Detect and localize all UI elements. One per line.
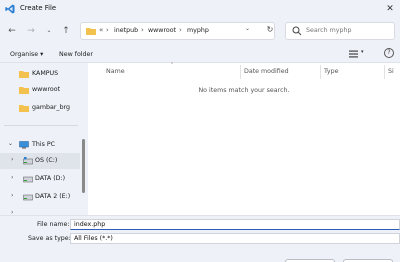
column-header-name[interactable]: Name bbox=[106, 68, 125, 75]
sidebar-item-data-d[interactable]: › DATA (D:) bbox=[0, 171, 80, 187]
folder-icon bbox=[86, 28, 96, 35]
folder-icon bbox=[19, 71, 29, 78]
recent-locations-icon[interactable]: ⌄ bbox=[43, 25, 55, 37]
sidebar-item-kampus[interactable]: KAMPUS bbox=[0, 66, 80, 82]
sidebar-item-this-pc[interactable]: ⌄ This PC bbox=[0, 137, 80, 153]
chevron-right-icon[interactable]: › bbox=[11, 174, 13, 181]
address-bar[interactable]: « › inetpub › wwwroot › myphp ⌄ bbox=[80, 22, 275, 40]
column-divider[interactable] bbox=[384, 65, 385, 79]
search-placeholder: Search myphp bbox=[306, 27, 352, 34]
sidebar-item-gambar-brg[interactable]: gambar_brg bbox=[0, 100, 80, 116]
sidebar-item-os-c[interactable]: › OS (C:) bbox=[0, 153, 80, 169]
vscode-icon bbox=[5, 4, 15, 14]
sort-caret-icon: ⌃ bbox=[170, 62, 175, 68]
sidebar-item-wwwroot[interactable]: wwwroot bbox=[0, 82, 80, 98]
search-input[interactable]: Search myphp bbox=[285, 22, 395, 40]
column-divider[interactable] bbox=[240, 65, 241, 79]
search-icon bbox=[292, 26, 302, 36]
title-bar bbox=[0, 0, 400, 18]
sidebar-item-label: DATA (D:) bbox=[35, 175, 66, 182]
breadcrumb-wwwroot[interactable]: wwwroot bbox=[148, 27, 176, 34]
sidebar-item-label: wwwroot bbox=[32, 86, 61, 93]
breadcrumb-myphp[interactable]: myphp bbox=[187, 27, 209, 34]
view-options-icon[interactable] bbox=[349, 50, 358, 58]
filename-label: File name: bbox=[37, 221, 70, 228]
drive-icon bbox=[23, 194, 33, 201]
refresh-icon[interactable]: ↻ bbox=[264, 24, 276, 36]
up-arrow-icon[interactable]: ↑ bbox=[60, 25, 72, 37]
drive-icon bbox=[23, 176, 33, 183]
chevron-down-icon[interactable]: ▾ bbox=[361, 49, 364, 55]
folder-icon bbox=[19, 105, 29, 112]
sidebar-scrollbar[interactable] bbox=[82, 139, 85, 193]
save-form: File name: index.php Save as type: All F… bbox=[0, 215, 400, 262]
column-header-date-modified[interactable]: Date modified bbox=[244, 68, 289, 75]
sidebar-item-label: DATA 2 (E:) bbox=[35, 193, 71, 200]
divider bbox=[4, 125, 78, 126]
help-icon[interactable]: ? bbox=[384, 48, 394, 58]
folder-icon bbox=[19, 87, 29, 94]
pc-icon bbox=[19, 141, 29, 149]
breadcrumb-inetpub[interactable]: inetpub bbox=[114, 27, 138, 34]
sidebar-item-data2-e[interactable]: › DATA 2 (E:) bbox=[0, 189, 80, 205]
address-dropdown-icon[interactable]: ⌄ bbox=[245, 25, 250, 32]
save-type-label: Save as type: bbox=[28, 235, 71, 242]
save-type-select[interactable]: All Files (*.*) bbox=[70, 233, 400, 244]
os-drive-icon bbox=[23, 157, 33, 165]
back-arrow-icon[interactable]: ← bbox=[6, 25, 18, 37]
sidebar-item-label: This PC bbox=[32, 141, 56, 148]
sidebar-item-label: gambar_brg bbox=[32, 104, 71, 111]
chevron-right-icon[interactable]: › bbox=[11, 156, 13, 163]
path-separator-icon: › bbox=[179, 26, 182, 34]
column-divider[interactable] bbox=[320, 65, 321, 79]
path-overflow[interactable]: « bbox=[99, 26, 103, 34]
chevron-right-icon[interactable]: › bbox=[11, 192, 13, 199]
chevron-down-icon[interactable]: ⌄ bbox=[8, 140, 13, 147]
path-separator-icon: › bbox=[141, 26, 144, 34]
forward-arrow-icon[interactable]: → bbox=[25, 25, 37, 37]
empty-message: No items match your search. bbox=[198, 87, 290, 94]
path-separator-icon: › bbox=[106, 26, 109, 34]
navigation-pane: KAMPUS wwwroot gambar_brg ⌄ This PC › OS… bbox=[0, 63, 88, 215]
column-header-size[interactable]: Si bbox=[388, 68, 394, 75]
file-list: Name ⌃ Date modified Type Si No items ma… bbox=[88, 62, 400, 215]
window-title: Create File bbox=[20, 4, 57, 12]
sidebar-item-more[interactable]: › bbox=[0, 206, 80, 215]
close-icon[interactable]: ✕ bbox=[384, 3, 396, 15]
new-folder-button[interactable]: New folder bbox=[59, 51, 93, 58]
organise-button[interactable]: Organise ▾ bbox=[10, 51, 43, 58]
filename-input[interactable]: index.php bbox=[70, 219, 400, 230]
sidebar-item-label: OS (C:) bbox=[35, 157, 58, 164]
sidebar-item-label: KAMPUS bbox=[32, 70, 59, 77]
column-header-type[interactable]: Type bbox=[324, 68, 338, 75]
